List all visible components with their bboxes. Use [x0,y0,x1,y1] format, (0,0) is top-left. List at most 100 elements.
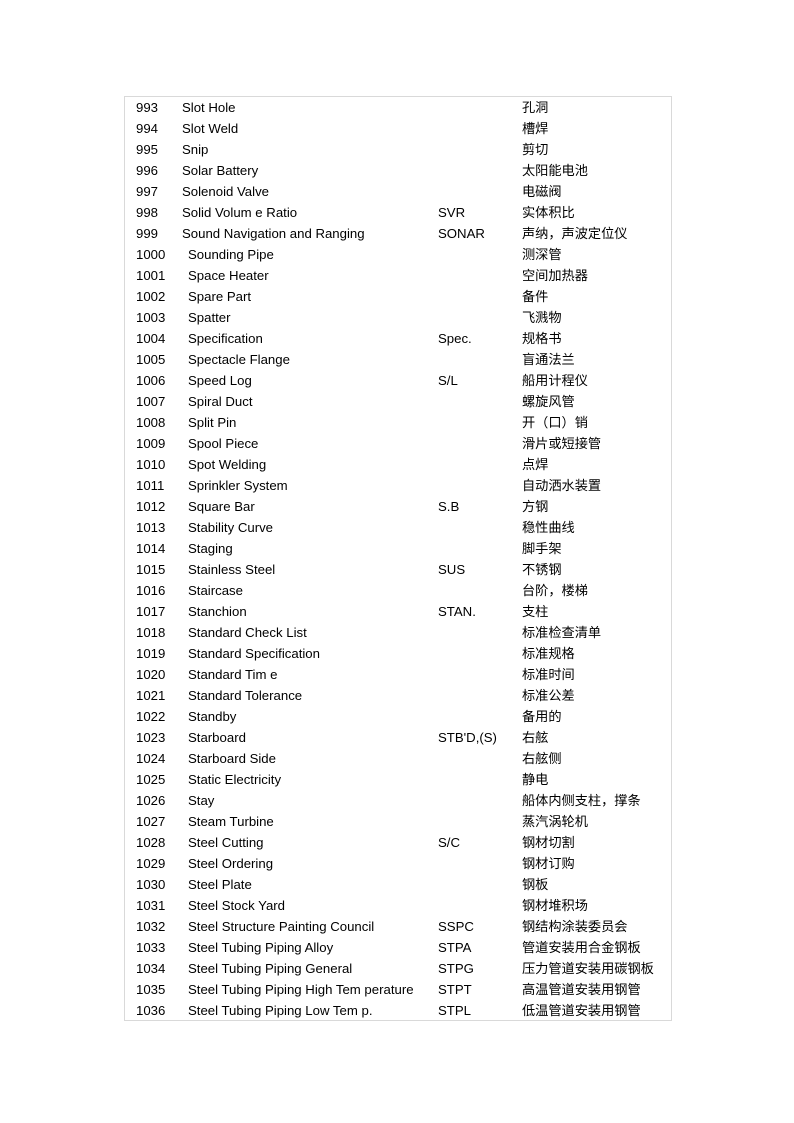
row-index: 1031 [136,898,166,913]
row-gloss: 船体内侧支柱，撑条 [522,793,641,808]
row-index: 1012 [136,499,166,514]
row-gloss: 实体积比 [522,205,575,220]
row-term: Slot Hole [182,100,236,115]
row-term: Speed Log [188,373,252,388]
row-term: Spiral Duct [188,394,253,409]
table-row: 1008 Split Pin 开（口）销 [125,412,671,433]
table-row: 1030 Steel Plate 钢板 [125,874,671,895]
row-abbreviation [438,475,522,496]
row-gloss: 点焊 [522,457,549,472]
row-term: Spatter [188,310,231,325]
row-index: 1018 [136,625,166,640]
row-term: Standard Check List [188,625,307,640]
row-gloss: 支柱 [522,604,549,619]
row-gloss: 盲通法兰 [522,352,575,367]
row-gloss: 管道安装用合金钢板 [522,940,641,955]
table-row: 1006 Speed Log S/L 船用计程仪 [125,370,671,391]
row-term: Slot Weld [182,121,239,136]
row-index: 1023 [136,730,166,745]
table-row: 1003 Spatter 飞溅物 [125,307,671,328]
table-row: 1017 Stanchion STAN. 支柱 [125,601,671,622]
table-row: 1022 Standby 备用的 [125,706,671,727]
row-gloss: 空间加热器 [522,268,588,283]
row-index: 1011 [136,478,165,493]
row-abbreviation [438,433,522,454]
row-index: 1017 [136,604,166,619]
document-page: 993 Slot Hole 孔洞 994 Slot Weld 槽焊 995 Snip 剪切 996… [0,0,794,1123]
row-term: Steel Stock Yard [188,898,286,913]
row-term: Starboard Side [188,751,276,766]
row-gloss: 右舷 [522,730,549,745]
table-row: 1000 Sounding Pipe 测深管 [125,244,671,265]
row-index: 1027 [136,814,166,829]
table-row: 1028 Steel Cutting S/C 钢材切割 [125,832,671,853]
row-abbreviation [438,286,522,307]
row-abbreviation [438,244,522,265]
row-index: 1022 [136,709,166,724]
row-term: Stanchion [188,604,247,619]
row-abbreviation [438,307,522,328]
row-gloss: 方钢 [522,499,549,514]
row-abbreviation: STB'D,(S) [438,730,497,745]
row-gloss: 标准时间 [522,667,575,682]
table-row: 1002 Spare Part 备件 [125,286,671,307]
row-index: 1025 [136,772,166,787]
row-term: Standard Tolerance [188,688,303,703]
row-gloss: 电磁阀 [522,184,562,199]
row-abbreviation [438,706,522,727]
row-term: Standby [188,709,237,724]
table-row: 1025 Static Electricity 静电 [125,769,671,790]
row-abbreviation [438,349,522,370]
row-abbreviation [438,391,522,412]
row-abbreviation [438,139,522,160]
row-index: 1008 [136,415,166,430]
table-row: 995 Snip 剪切 [125,139,671,160]
table-row: 1033 Steel Tubing Piping Alloy STPA 管道安装用合金… [125,937,671,958]
row-abbreviation [438,769,522,790]
row-abbreviation: SVR [438,205,466,220]
row-index: 1032 [136,919,166,934]
row-abbreviation [438,160,522,181]
row-term: Specification [188,331,263,346]
table-row: 1027 Steam Turbine 蒸汽涡轮机 [125,811,671,832]
row-gloss: 槽焊 [522,121,549,136]
table-row: 1005 Spectacle Flange 盲通法兰 [125,349,671,370]
row-index: 1021 [136,688,166,703]
row-gloss: 蒸汽涡轮机 [522,814,588,829]
row-abbreviation [438,454,522,475]
row-term: Spool Piece [188,436,259,451]
row-term: Steel Cutting [188,835,264,850]
row-abbreviation [438,97,522,118]
row-abbreviation: STPT [438,982,472,997]
row-term: Stainless Steel [188,562,276,577]
row-abbreviation [438,517,522,538]
row-gloss: 滑片或短接管 [522,436,602,451]
row-abbreviation [438,685,522,706]
row-abbreviation: SSPC [438,919,474,934]
row-abbreviation [438,853,522,874]
row-abbreviation [438,412,522,433]
row-term: Solar Battery [182,163,259,178]
row-index: 995 [136,142,159,157]
table-row: 1009 Spool Piece 滑片或短接管 [125,433,671,454]
glossary-table: 993 Slot Hole 孔洞 994 Slot Weld 槽焊 995 Snip 剪切 996… [125,97,671,1020]
row-index: 1000 [136,247,166,262]
row-index: 1036 [136,1003,166,1018]
row-index: 1013 [136,520,166,535]
row-term: Solenoid Valve [182,184,269,199]
row-term: Standard Specification [188,646,320,661]
table-row: 1026 Stay 船体内侧支柱，撑条 [125,790,671,811]
row-index: 999 [136,226,159,241]
row-index: 998 [136,205,159,220]
row-abbreviation [438,622,522,643]
row-index: 1019 [136,646,166,661]
row-gloss: 船用计程仪 [522,373,588,388]
row-term: Standard Tim e [188,667,278,682]
row-gloss: 稳性曲线 [522,520,575,535]
row-gloss: 开（口）销 [522,415,588,430]
row-term: Spectacle Flange [188,352,290,367]
table-row: 1021 Standard Tolerance 标准公差 [125,685,671,706]
row-gloss: 测深管 [522,247,562,262]
row-term: Starboard [188,730,246,745]
row-index: 1006 [136,373,166,388]
